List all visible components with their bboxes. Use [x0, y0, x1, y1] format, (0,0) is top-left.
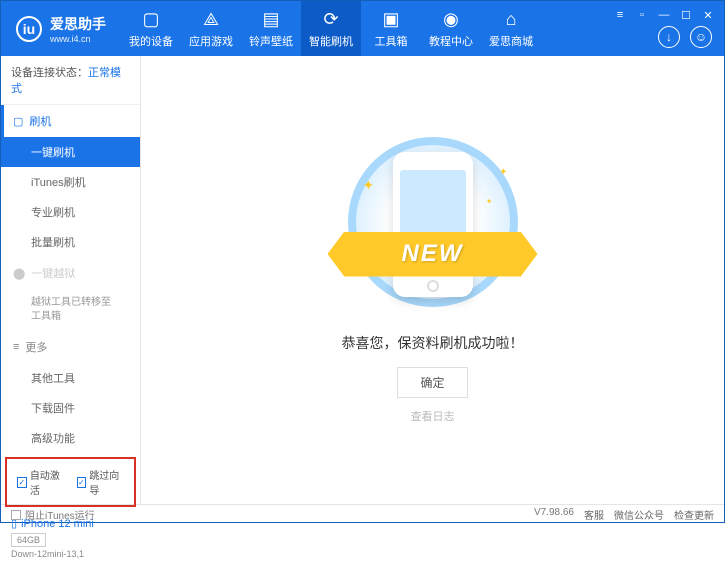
connection-status: 设备连接状态：正常模式 — [1, 56, 140, 105]
tab-tutorials[interactable]: ◉教程中心 — [421, 1, 481, 56]
sidebar-item-batch-flash[interactable]: 批量刷机 — [1, 227, 140, 257]
skin-icon[interactable]: ▫ — [634, 7, 650, 23]
user-icon[interactable]: ☺ — [690, 26, 712, 48]
section-flash[interactable]: ▢ 刷机 — [1, 105, 140, 137]
auto-activate-checkbox[interactable]: ✓自动激活 — [17, 467, 65, 497]
block-itunes-checkbox[interactable]: 阻止iTunes运行 — [11, 507, 95, 522]
sidebar-item-download-firmware[interactable]: 下载固件 — [1, 393, 140, 423]
success-illustration: ✦✦✦ NEW — [338, 137, 528, 317]
main-content: ✦✦✦ NEW 恭喜您，保资料刷机成功啦！ 确定 查看日志 — [141, 56, 724, 504]
tutorial-icon: ◉ — [443, 9, 459, 30]
menu-icon[interactable]: ≡ — [612, 7, 628, 23]
options-highlight: ✓自动激活 ✓跳过向导 — [5, 457, 136, 507]
tab-store[interactable]: ⌂爱思商城 — [481, 1, 541, 56]
sidebar: 设备连接状态：正常模式 ▢ 刷机 一键刷机 iTunes刷机 专业刷机 批量刷机… — [1, 56, 141, 504]
device-model: Down-12mini-13,1 — [11, 549, 130, 559]
logo-area: iu 爱思助手 www.i4.cn — [1, 14, 121, 44]
more-icon: ≡ — [13, 341, 19, 353]
storage-badge: 64GB — [11, 533, 46, 547]
sidebar-item-one-click-flash[interactable]: 一键刷机 — [1, 137, 140, 167]
header-actions: ↓ ☺ — [658, 26, 712, 48]
footer-update[interactable]: 检查更新 — [674, 507, 714, 522]
download-icon[interactable]: ↓ — [658, 26, 680, 48]
tab-toolbox[interactable]: ▣工具箱 — [361, 1, 421, 56]
view-log-link[interactable]: 查看日志 — [411, 408, 455, 424]
device-icon: ▢ — [142, 9, 159, 30]
app-name: 爱思助手 — [50, 14, 106, 34]
ok-button[interactable]: 确定 — [397, 367, 467, 398]
media-icon: ▤ — [262, 9, 279, 30]
tab-apps[interactable]: ⟁应用游戏 — [181, 1, 241, 56]
maximize-icon[interactable]: ☐ — [678, 7, 694, 23]
toolbox-icon: ▣ — [382, 9, 399, 30]
tab-my-device[interactable]: ▢我的设备 — [121, 1, 181, 56]
close-icon[interactable]: ✕ — [700, 7, 716, 23]
version-label: V7.98.66 — [534, 507, 574, 522]
new-ribbon: NEW — [328, 232, 538, 277]
minimize-icon[interactable]: — — [656, 7, 672, 23]
flash-section-icon: ▢ — [13, 115, 23, 128]
section-jailbreak: ⬤ 一键越狱 — [1, 257, 140, 289]
flash-icon: ⟳ — [323, 9, 338, 30]
footer-support[interactable]: 客服 — [584, 507, 604, 522]
sidebar-item-itunes-flash[interactable]: iTunes刷机 — [1, 167, 140, 197]
footer-wechat[interactable]: 微信公众号 — [614, 507, 664, 522]
store-icon: ⌂ — [506, 9, 517, 30]
logo-icon: iu — [16, 16, 42, 42]
tab-ringtones[interactable]: ▤铃声壁纸 — [241, 1, 301, 56]
jailbreak-note: 越狱工具已转移至 工具箱 — [1, 289, 140, 331]
success-message: 恭喜您，保资料刷机成功啦！ — [342, 333, 524, 353]
skip-guide-checkbox[interactable]: ✓跳过向导 — [77, 467, 125, 497]
window-controls: ≡ ▫ — ☐ ✕ — [612, 7, 716, 23]
apps-icon: ⟁ — [203, 9, 219, 30]
sidebar-item-other-tools[interactable]: 其他工具 — [1, 363, 140, 393]
section-more[interactable]: ≡ 更多 — [1, 331, 140, 363]
sidebar-item-pro-flash[interactable]: 专业刷机 — [1, 197, 140, 227]
app-header: iu 爱思助手 www.i4.cn ▢我的设备 ⟁应用游戏 ▤铃声壁纸 ⟳智能刷… — [1, 1, 724, 56]
tab-smart-flash[interactable]: ⟳智能刷机 — [301, 1, 361, 56]
lock-icon: ⬤ — [13, 267, 25, 280]
app-url: www.i4.cn — [50, 34, 106, 44]
sidebar-item-advanced[interactable]: 高级功能 — [1, 423, 140, 453]
